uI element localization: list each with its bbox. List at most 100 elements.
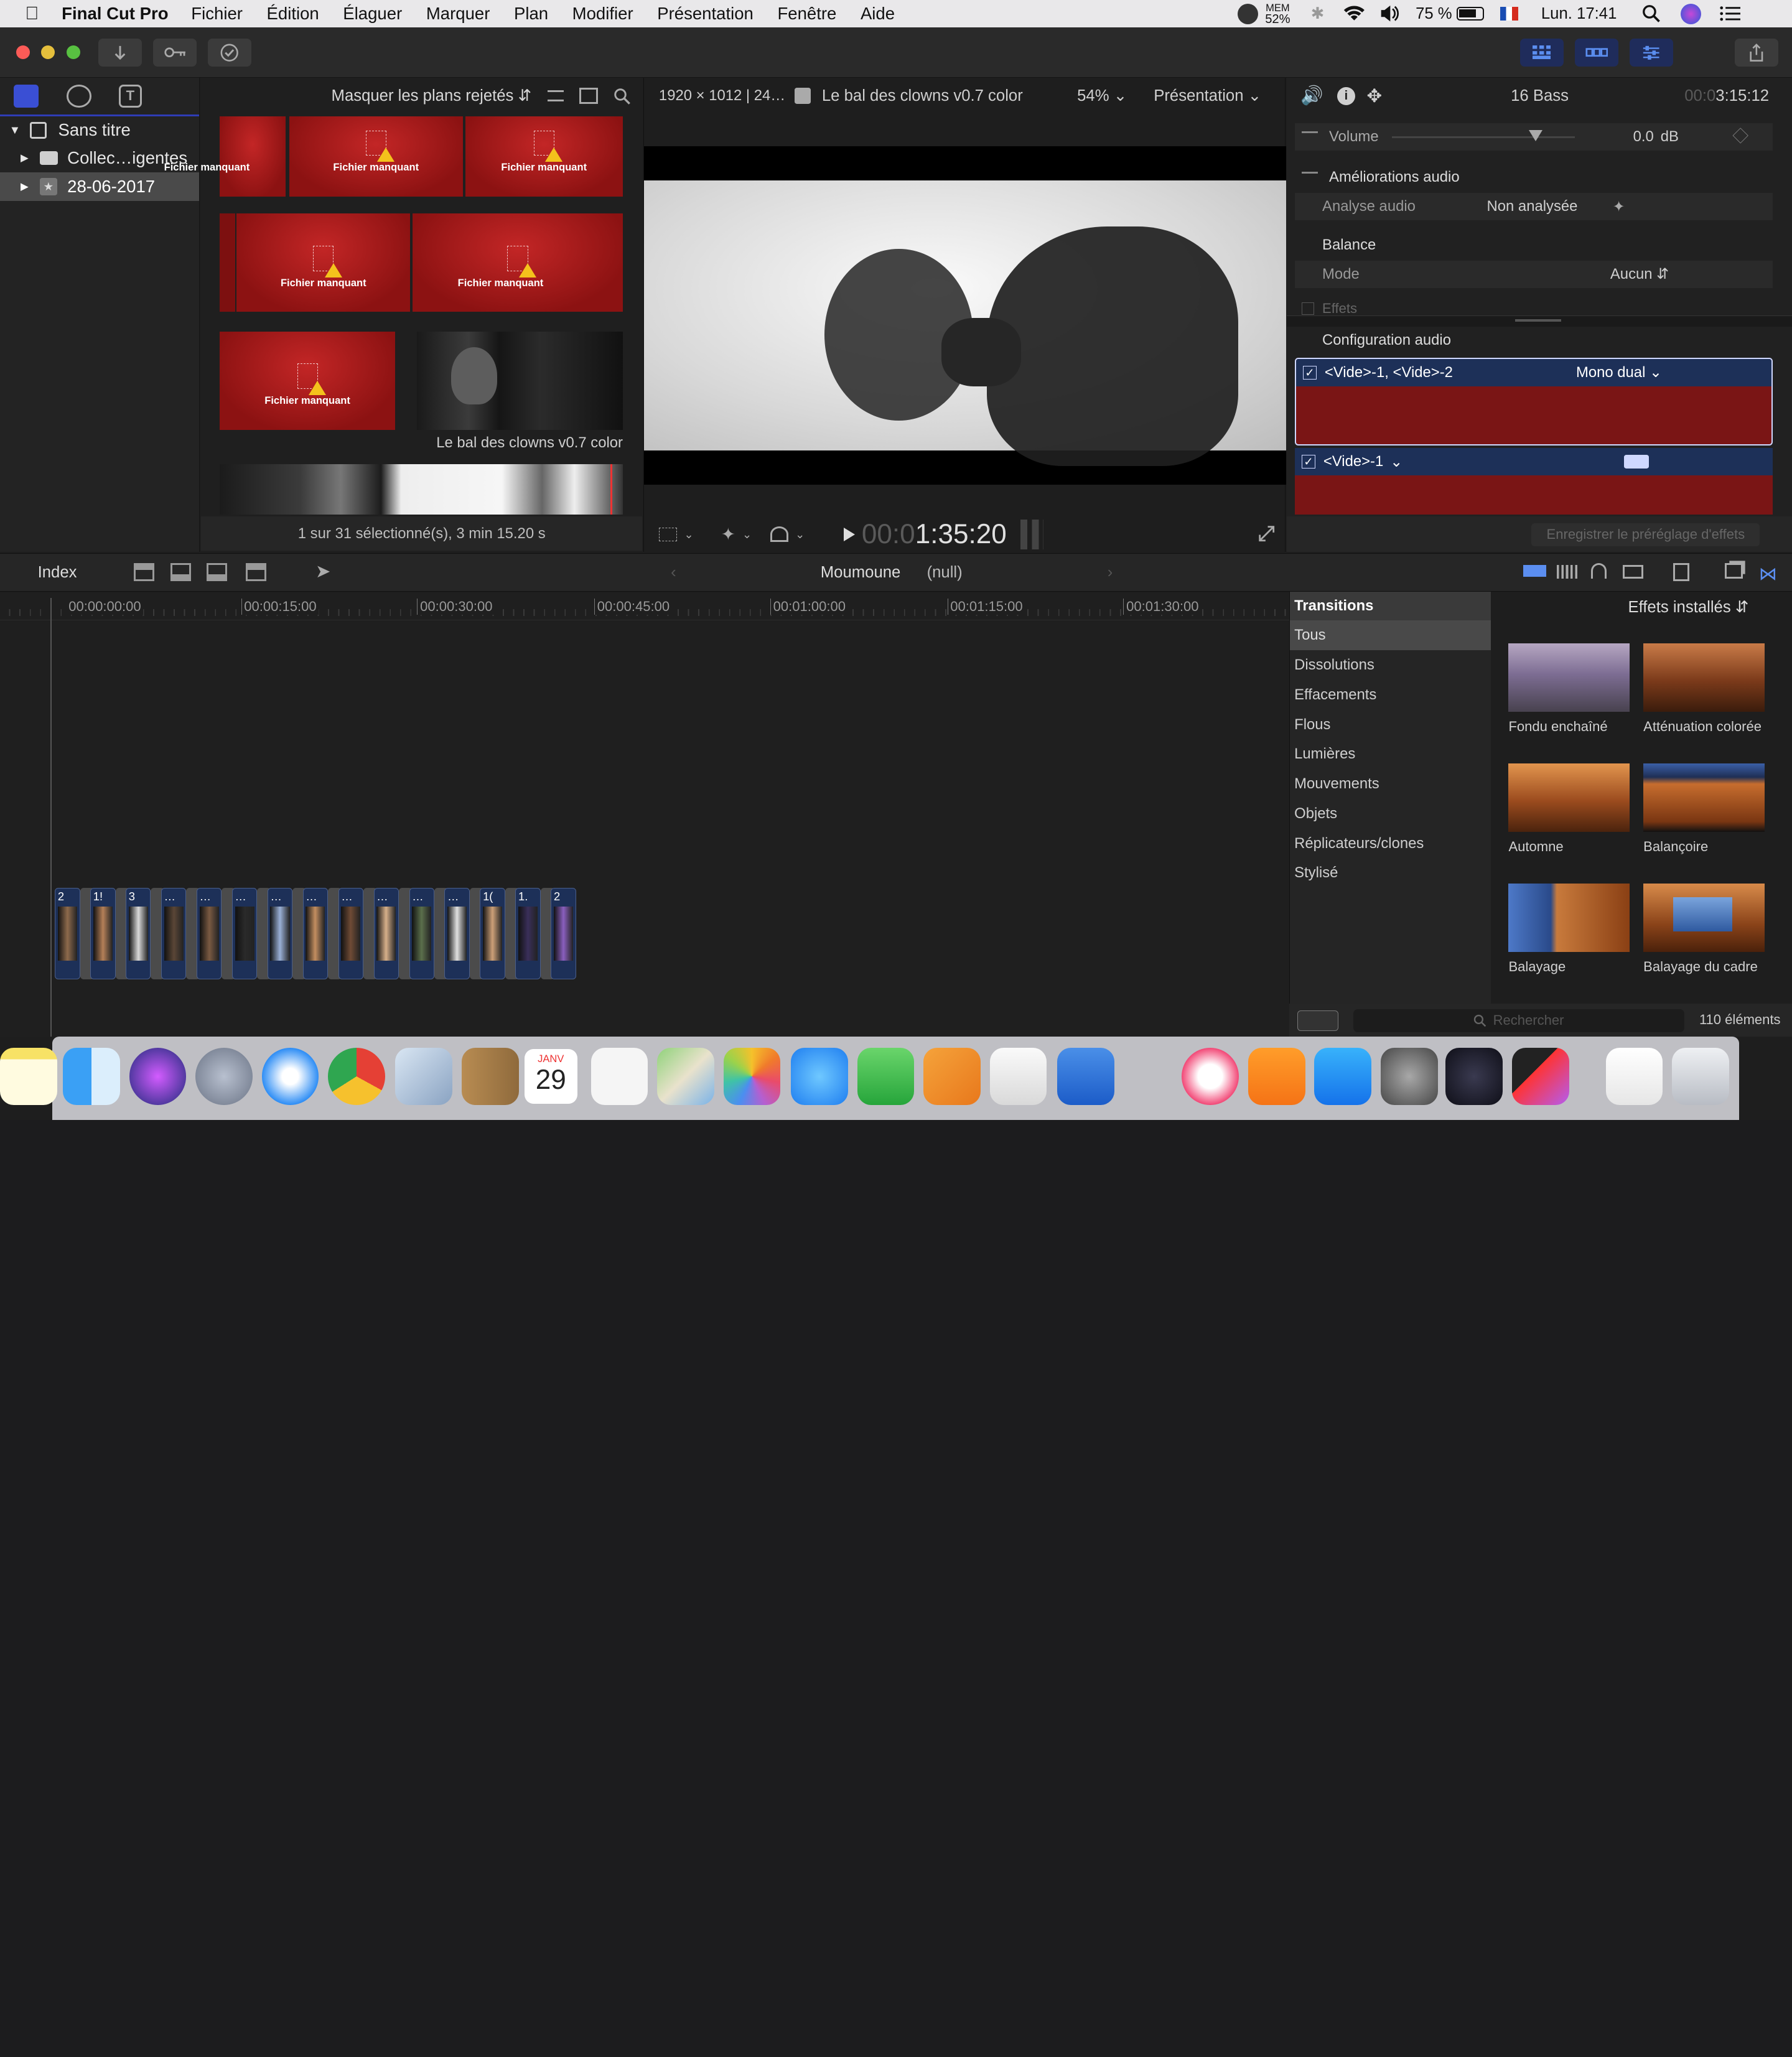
slider-knob[interactable] [1529,130,1543,142]
launchpad-icon[interactable] [195,1048,253,1106]
save-preset-button[interactable]: Enregistrer le préréglage d'effets [1531,523,1760,546]
siri-icon[interactable] [129,1048,187,1106]
reminders-icon[interactable] [590,1048,648,1106]
playhead[interactable] [50,597,52,1037]
preview-icon[interactable] [395,1048,453,1106]
effect-tile[interactable]: Atténuation colorée [1643,643,1765,735]
missing-clip-thumb[interactable]: Fichier manquant [236,213,411,312]
chevron-right-icon[interactable]: › [1108,564,1113,582]
audio-subchannel[interactable]: ✓ <Vide>-1 ⌄ [1294,447,1773,515]
clip-appearance-icon[interactable] [1523,565,1547,577]
zoom-popup[interactable]: 54% ⌄ [1077,86,1127,105]
menu-marquer[interactable]: Marquer [426,4,490,24]
background-tasks-button[interactable] [208,39,252,67]
filter-popup[interactable]: Masquer les plans rejetés ⇵ [332,86,532,105]
zoom-window-button[interactable] [66,45,80,60]
category-item[interactable]: Tous [1289,620,1491,651]
category-item[interactable]: Réplicateurs/clones [1290,829,1491,859]
bluetooth-icon[interactable]: ✱ [1311,4,1325,23]
keyframe-icon[interactable] [1732,128,1749,144]
show-timeline-button[interactable] [1574,39,1618,67]
retime-gauge-icon[interactable] [770,526,789,543]
volume-value[interactable]: 0.0 [1633,128,1654,146]
trash-icon[interactable] [1672,1048,1729,1106]
channel-mode-popup[interactable]: Mono dual ⌄ [1576,363,1662,381]
category-item[interactable]: Flous [1290,710,1491,740]
spotlight-icon[interactable] [1642,4,1660,23]
clock[interactable]: Lun. 17:41 [1541,5,1617,23]
missing-clip-thumb[interactable]: Fichier manquant [164,116,286,197]
volume-checkbox-icon[interactable] [1301,131,1318,142]
import-button[interactable] [98,39,142,67]
notes-icon[interactable] [0,1048,57,1106]
timeline-clip[interactable]: … [231,888,258,980]
play-icon[interactable] [843,527,855,541]
section-checkbox-icon[interactable] [1301,171,1318,183]
maps-icon[interactable] [657,1048,714,1106]
show-browser-button[interactable] [1519,39,1564,67]
category-item[interactable]: Effacements [1290,680,1491,710]
effect-tile[interactable]: Automne [1508,763,1630,855]
memory-monitor-icon[interactable] [1238,3,1259,24]
effect-tile[interactable]: Balançoire [1643,763,1765,855]
photos-icon[interactable] [723,1048,781,1106]
flag-fr-icon[interactable] [1500,7,1519,21]
subchannel-checkbox[interactable]: ✓ [1301,455,1316,469]
transitions-browser-icon[interactable] [1724,562,1743,579]
effects-browser-icon[interactable] [1673,562,1689,582]
timeline-clip[interactable]: 2 [55,888,80,980]
missing-clip-thumb[interactable] [219,213,236,312]
wifi-icon[interactable] [1343,4,1366,22]
app-store-icon[interactable] [1314,1048,1372,1106]
siri-icon[interactable] [1681,3,1702,24]
menu-plan[interactable]: Plan [514,4,548,24]
timeline-clip[interactable]: 3 [126,888,151,980]
close-window-button[interactable] [16,45,30,60]
disclosure-closed-icon[interactable]: ▶ [21,152,29,164]
timeline-clip[interactable]: 2 [551,888,576,980]
audio-channel-config[interactable]: ✓ <Vide>-1, <Vide>-2 Mono dual ⌄ [1294,357,1773,446]
timeline-clip[interactable]: 1. [515,888,541,980]
minimize-window-button[interactable] [41,45,55,60]
transitions-bowtie-icon[interactable]: ⋈ [1759,563,1777,585]
books-icon[interactable] [1248,1048,1305,1106]
disclosure-closed-icon[interactable]: ▶ [21,180,29,193]
category-item[interactable]: Stylisé [1290,858,1491,888]
menu-edition[interactable]: Édition [267,4,319,24]
effect-tile[interactable]: Balayage du cadre [1643,883,1765,975]
category-item[interactable]: Mouvements [1290,769,1491,799]
fullscreen-icon[interactable] [1258,525,1276,543]
timeline-clip[interactable]: … [196,888,222,980]
pages-icon[interactable] [923,1048,981,1106]
category-item[interactable]: Objets [1290,799,1491,829]
messages-icon[interactable] [790,1048,848,1106]
info-inspector-icon[interactable]: i [1337,86,1356,105]
effect-tile[interactable]: Fondu enchaîné [1508,643,1630,735]
chevron-down-icon[interactable]: ⌄ [1390,453,1402,471]
timeline-clip[interactable]: … [409,888,434,980]
disclosure-open-icon[interactable]: ▼ [9,123,21,137]
timeline-clip[interactable]: … [444,888,470,980]
library-row[interactable]: ▼ Sans titre [0,116,199,144]
photos-tab-icon[interactable] [66,84,91,108]
transform-tools-icon[interactable] [658,527,678,541]
category-item[interactable]: Dissolutions [1290,650,1491,680]
missing-clip-thumb[interactable]: Fichier manquant [219,331,396,430]
view-popup[interactable]: Présentation ⌄ [1154,86,1261,105]
chrome-icon[interactable] [328,1048,385,1106]
missing-clip-thumb[interactable]: Fichier manquant [413,213,623,312]
channel-checkbox[interactable]: ✓ [1302,365,1317,380]
menu-elaguer[interactable]: Élaguer [343,4,402,24]
show-inspector-button[interactable] [1630,39,1673,67]
installed-effects-popup[interactable]: Effets installés ⇵ [1628,598,1748,617]
time-ruler[interactable]: 00:00:00:00 00:00:15:00 00:00:30:00 00:0… [0,593,1289,621]
chevron-left-icon[interactable]: ‹ [671,564,676,582]
menu-modifier[interactable]: Modifier [572,4,633,24]
facetime-icon[interactable] [857,1048,915,1106]
tool-select-icon[interactable]: ➤ [315,561,331,582]
append-clip-icon[interactable] [207,562,228,582]
menu-aide[interactable]: Aide [861,4,895,24]
snapping-icon[interactable] [1623,565,1644,579]
index-button[interactable]: Index [38,564,77,582]
effects-checkbox[interactable] [1302,302,1315,315]
